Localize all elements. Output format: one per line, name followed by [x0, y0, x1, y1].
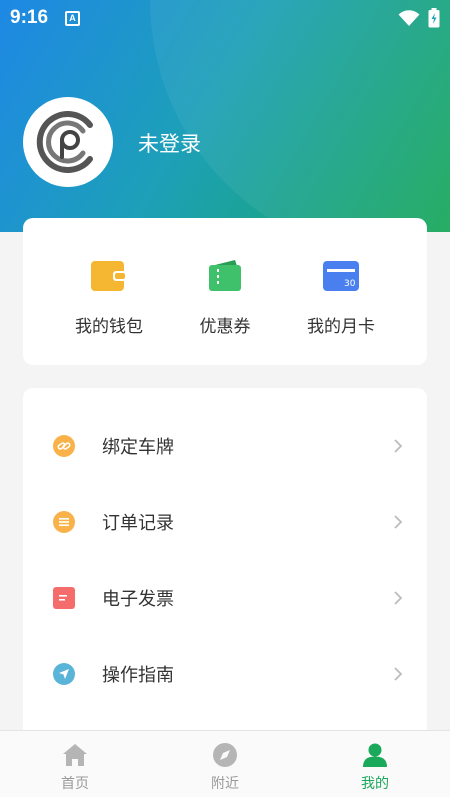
menu-item-label: 绑定车牌 [102, 437, 174, 458]
compass-icon [211, 741, 239, 769]
menu-item-order-history[interactable]: 订单记录 [23, 497, 427, 547]
navigation-icon [53, 663, 75, 685]
login-status-label[interactable]: 未登录 [138, 128, 201, 158]
menu-item-bind-plate[interactable]: 绑定车牌 [23, 421, 427, 471]
coupon-button[interactable]: 优惠券 [167, 218, 283, 365]
home-icon [61, 741, 89, 769]
menu-item-guide[interactable]: 操作指南 [23, 649, 427, 699]
coupon-icon [207, 260, 243, 292]
tab-label: 首页 [61, 776, 89, 792]
menu-item-label: 操作指南 [102, 665, 174, 686]
chevron-right-icon [394, 439, 403, 453]
monthly-card-button[interactable]: 30 我的月卡 [283, 218, 399, 365]
my-wallet-button[interactable]: 我的钱包 [51, 218, 167, 365]
chevron-right-icon [394, 667, 403, 681]
menu-item-e-invoice[interactable]: 电子发票 [23, 573, 427, 623]
wallet-icon [91, 260, 127, 292]
tab-label: 我的 [361, 776, 389, 792]
tab-home[interactable]: 首页 [0, 731, 150, 797]
menu-card: 绑定车牌 订单记录 电子发票 操作指南 [23, 388, 427, 748]
wallet-card: 我的钱包 优惠券 30 我的月卡 [23, 218, 427, 365]
coupon-label: 优惠券 [199, 317, 251, 337]
wifi-icon [398, 9, 420, 26]
avatar[interactable] [23, 97, 113, 187]
menu-item-label: 订单记录 [102, 513, 174, 534]
person-icon [361, 741, 389, 769]
invoice-icon [53, 587, 75, 609]
monthly-card-icon: 30 [323, 260, 359, 292]
tab-nearby[interactable]: 附近 [150, 731, 300, 797]
chevron-right-icon [394, 591, 403, 605]
tab-mine[interactable]: 我的 [300, 731, 450, 797]
chevron-right-icon [394, 515, 403, 529]
menu-item-label: 电子发票 [102, 589, 174, 610]
link-icon [53, 435, 75, 457]
bottom-tab-bar: 首页 附近 我的 [0, 730, 450, 797]
notification-icon: A [65, 10, 81, 26]
status-time: 9:16 [10, 7, 49, 28]
monthly-card-label: 我的月卡 [307, 317, 375, 337]
tab-label: 附近 [211, 776, 239, 792]
app-logo-icon [36, 111, 93, 173]
battery-icon [428, 8, 440, 28]
monthly-card-badge: 30 [344, 279, 356, 289]
list-icon [53, 511, 75, 533]
status-bar: 9:16 A [0, 0, 450, 36]
my-wallet-label: 我的钱包 [75, 317, 143, 337]
